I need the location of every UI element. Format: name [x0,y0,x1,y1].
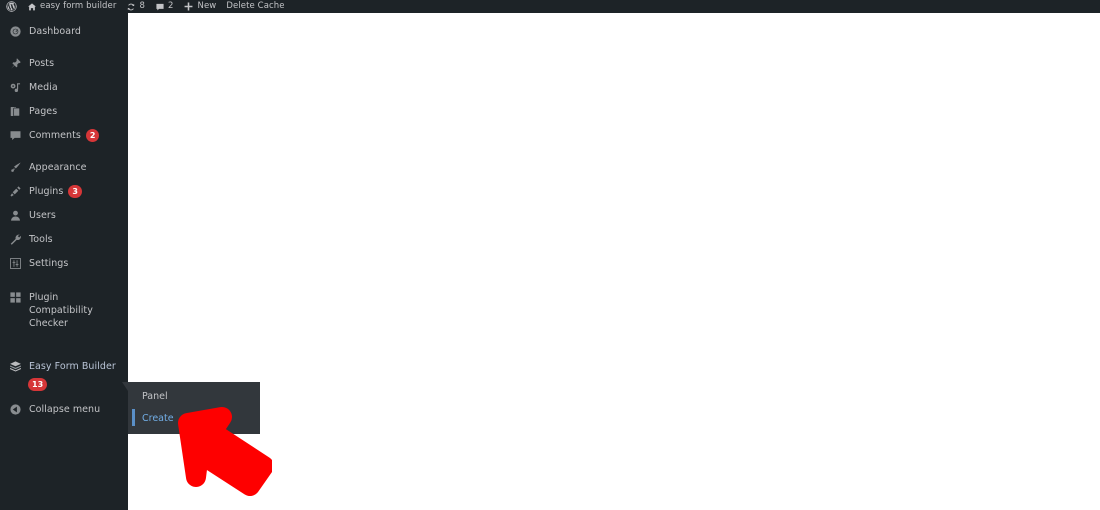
wrench-icon [9,233,22,246]
wordpress-logo-icon[interactable] [0,0,22,13]
sidebar-item-plugins[interactable]: Plugins 3 [0,179,128,203]
comments-menu[interactable]: 2 [150,0,179,13]
easy-form-builder-submenu: Panel Create [122,382,260,434]
media-music-icon [9,81,22,94]
sliders-icon [9,257,22,270]
pages-stack-icon [9,105,22,118]
new-content-label: New [197,1,217,11]
collapse-arrow-icon [9,403,22,416]
dashboard-gauge-icon [9,25,22,38]
sidebar-item-label: Settings [29,257,69,269]
comments-count: 2 [167,1,174,11]
sidebar-item-posts[interactable]: Posts [0,51,128,75]
sidebar-item-label: Media [29,81,58,93]
home-icon [27,2,37,12]
easy-form-builder-badge-row: 13 [0,378,128,396]
sidebar-item-settings[interactable]: Settings [0,251,128,275]
sidebar-item-comments[interactable]: Comments 2 [0,123,128,147]
site-name-menu[interactable]: easy form builder [22,0,121,13]
sidebar-item-dashboard[interactable]: Dashboard [0,19,128,43]
plus-icon [183,1,194,12]
admin-bar: easy form builder 8 2 New Delete Cache [0,0,1100,13]
comments-badge: 2 [85,128,100,142]
plugins-badge: 3 [68,184,82,198]
sidebar-item-label: Plugin Compatibility Checker [29,291,93,329]
sidebar-item-label: Plugins [29,185,64,197]
collapse-menu-label: Collapse menu [29,404,101,415]
pushpin-icon [9,57,22,70]
sidebar-item-pages[interactable]: Pages [0,99,128,123]
sidebar-item-media[interactable]: Media [0,75,128,99]
submenu-item-panel[interactable]: Panel [128,382,260,407]
submenu-item-create[interactable]: Create [128,407,260,429]
delete-cache-button[interactable]: Delete Cache [221,0,289,13]
sidebar-item-plugin-compatibility-checker[interactable]: Plugin Compatibility Checker [0,285,128,335]
updates-count: 8 [139,1,145,11]
comment-bubble-icon [9,129,22,142]
grid-squares-icon [9,291,22,304]
updates-menu[interactable]: 8 [121,0,150,13]
paintbrush-icon [9,161,22,174]
main-content-area [128,13,1100,510]
submenu-item-label: Create [142,412,174,424]
sidebar-item-tools[interactable]: Tools [0,227,128,251]
sidebar-item-label: Appearance [29,161,87,173]
sidebar-item-label: Tools [29,233,53,245]
sidebar-item-label: Posts [29,57,55,69]
sidebar-item-easy-form-builder[interactable]: Easy Form Builder [0,354,128,378]
sidebar-item-label: Pages [29,105,58,117]
sidebar-item-label: Comments [29,129,81,141]
sidebar-item-appearance[interactable]: Appearance [0,155,128,179]
easy-form-builder-badge: 13 [28,378,48,391]
plug-icon [9,185,22,198]
sidebar-item-users[interactable]: Users [0,203,128,227]
sidebar-item-label: Dashboard [29,25,81,37]
wordpress-admin-screen: easy form builder 8 2 New Delete Cache D… [0,0,1100,510]
sidebar-item-label: Users [29,209,56,221]
collapse-menu-button[interactable]: Collapse menu [0,396,128,422]
current-item-indicator [132,409,135,426]
user-icon [9,209,22,222]
site-name-label: easy form builder [40,1,117,11]
comment-bubble-icon [155,2,165,12]
updates-icon [126,2,136,12]
delete-cache-label: Delete Cache [226,1,285,11]
new-content-menu[interactable]: New [178,0,221,13]
sidebar-item-label: Easy Form Builder [29,360,116,372]
layered-box-icon [9,360,22,373]
submenu-item-label: Panel [142,390,168,402]
admin-sidebar-menu: Dashboard Posts Media Pages Comments 2 A… [0,13,128,510]
